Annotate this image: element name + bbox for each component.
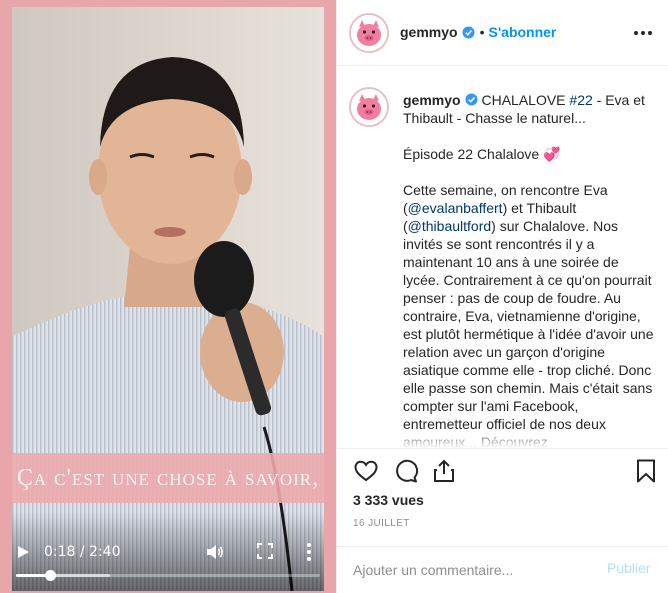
mention-eva[interactable]: @evalanbaffert [408,200,503,216]
more-horizontal-icon[interactable] [633,30,653,36]
caption-avatar[interactable] [349,87,389,127]
video-caption-text: Ça c'est une chose à savoir, [16,464,320,491]
post-panel: gemmyo • S'abonner gemmyo CHALALOVE #22 … [336,0,668,593]
mention-thibault[interactable]: @thibaultford [408,218,491,234]
volume-icon[interactable] [205,542,225,562]
post-date[interactable]: 16 JUILLET [353,518,410,529]
heart-icon[interactable] [353,458,379,484]
comments-area[interactable]: gemmyo CHALALOVE #22 - Eva et Thibault -… [337,66,668,448]
views-count[interactable]: 3 333 vues [353,492,424,508]
verified-badge-icon [462,25,475,39]
play-icon[interactable] [16,545,30,559]
pig-avatar-icon [351,89,387,125]
comment-input[interactable] [353,559,593,581]
header-username[interactable]: gemmyo [400,24,458,40]
caption-hashtag[interactable]: #22 [569,92,592,108]
comment-bar: Publier [337,546,668,593]
post-header: gemmyo • S'abonner [337,0,668,66]
share-icon[interactable] [431,458,457,484]
caption-episode-line: Épisode 22 Chalalove 💞 [403,146,561,162]
caption-body-rest: ) sur Chalalove. Nos invités se sont ren… [403,218,654,448]
comment-icon[interactable] [393,458,419,484]
bookmark-icon[interactable] [633,458,659,484]
fullscreen-icon[interactable] [257,543,273,559]
publish-button[interactable]: Publier [607,560,651,576]
avatar[interactable] [349,13,389,53]
caption-username[interactable]: gemmyo [403,92,461,108]
video-frame-image [12,7,324,591]
caption-paragraph: Cette semaine, on rencontre Eva (@evalan… [403,181,655,448]
pig-avatar-icon [351,15,387,51]
video-panel: Ça c'est une chose à savoir, 0:18 / 2:40 [0,0,336,593]
header-user-line: gemmyo • S'abonner [400,24,556,40]
more-vertical-icon[interactable] [306,542,312,562]
actions-section: 3 333 vues 16 JUILLET Publier [337,448,668,593]
follow-button[interactable]: S'abonner [488,24,556,40]
verified-badge-icon [465,93,478,106]
caption-title: gemmyo CHALALOVE #22 - Eva et Thibault -… [403,91,655,127]
scroll-fade [337,428,668,448]
video-time: 0:18 / 2:40 [44,544,121,560]
video-player[interactable]: Ça c'est une chose à savoir, 0:18 / 2:40 [12,7,324,591]
video-controls: 0:18 / 2:40 [12,537,324,567]
separator-dot: • [479,24,485,40]
video-caption-band: Ça c'est une chose à savoir, [12,453,324,503]
caption-title-prefix: CHALALOVE [481,92,570,108]
caption-body: gemmyo CHALALOVE #22 - Eva et Thibault -… [403,91,655,448]
video-progress-bar[interactable] [16,570,320,581]
